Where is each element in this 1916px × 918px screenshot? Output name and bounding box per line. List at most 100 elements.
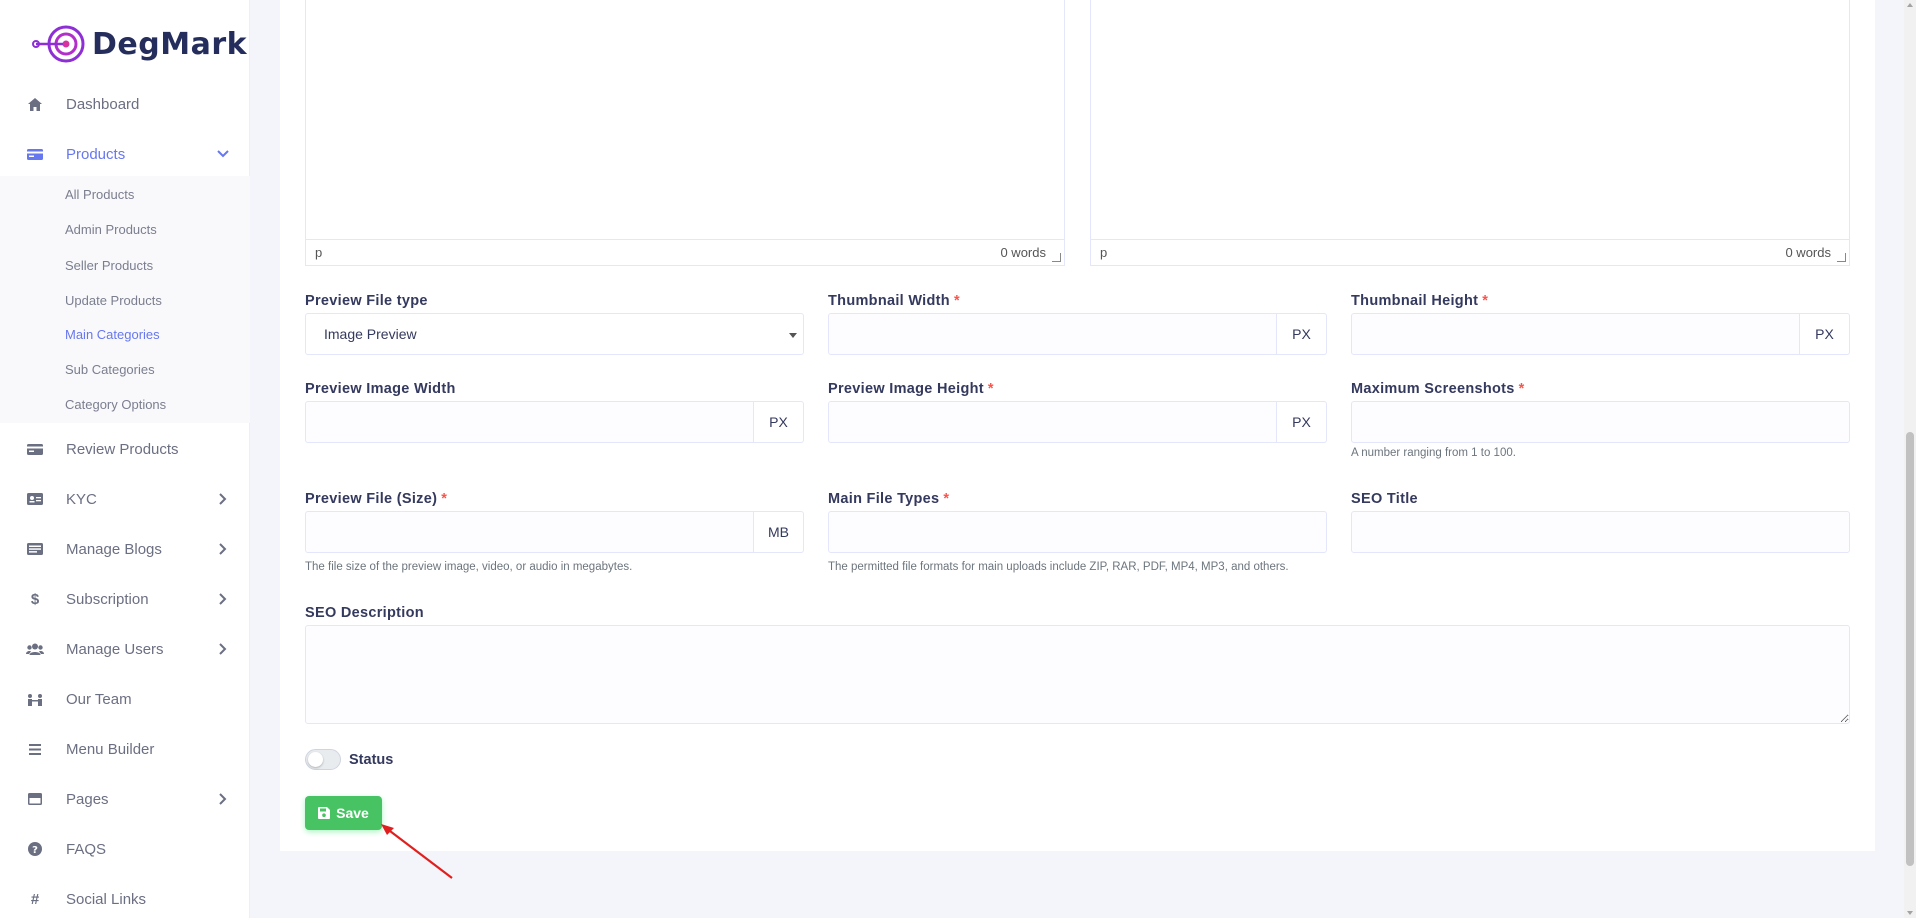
submenu-item-main-categories[interactable]: Main Categories: [65, 327, 160, 342]
editor-element-path[interactable]: p: [315, 245, 322, 260]
thumbnail-height-input[interactable]: [1351, 313, 1800, 355]
brand-logo[interactable]: DegMark: [30, 24, 247, 64]
sidebar-item-social-links[interactable]: # Social Links: [0, 877, 250, 918]
required-marker: *: [441, 491, 448, 507]
sidebar-item-review-products[interactable]: Review Products: [0, 427, 250, 471]
id-card-icon: [25, 493, 45, 505]
sidebar-item-manage-blogs[interactable]: Manage Blogs: [0, 527, 250, 571]
sidebar-item-label: Products: [66, 145, 126, 163]
preview-file-type-label: Preview File type: [305, 293, 428, 309]
preview-image-width-group: PX: [305, 401, 804, 443]
sidebar-item-menu-builder[interactable]: Menu Builder: [0, 727, 250, 771]
card-icon: [25, 443, 45, 455]
page-icon: [25, 793, 45, 805]
required-marker: *: [953, 293, 960, 309]
home-icon: [25, 97, 45, 111]
preview-image-width-input[interactable]: [305, 401, 754, 443]
team-icon: [25, 693, 45, 706]
required-marker: *: [987, 381, 994, 397]
save-button[interactable]: Save: [305, 796, 382, 830]
preview-file-size-input[interactable]: [305, 511, 754, 553]
status-label: Status: [349, 751, 394, 768]
preview-image-height-group: PX: [828, 401, 1327, 443]
submenu-item-all-products[interactable]: All Products: [65, 187, 134, 202]
editor-word-count: 0 words: [1785, 245, 1831, 260]
sidebar-item-manage-users[interactable]: Manage Users: [0, 627, 250, 671]
save-button-label: Save: [336, 805, 369, 821]
question-icon: ?: [25, 842, 45, 856]
chevron-right-icon: [216, 792, 230, 806]
dollar-icon: $: [30, 590, 40, 608]
seo-description-label: SEO Description: [305, 605, 424, 621]
preview-file-size-help: The file size of the preview image, vide…: [305, 561, 633, 573]
sidebar-item-kyc[interactable]: KYC: [0, 477, 250, 521]
sidebar-item-dashboard[interactable]: Dashboard: [0, 82, 250, 126]
maximum-screenshots-input[interactable]: [1351, 401, 1850, 443]
status-toggle[interactable]: [305, 749, 341, 770]
scroll-up-icon[interactable]: [1907, 3, 1913, 7]
page-scrollbar[interactable]: [1904, 0, 1916, 918]
editor-element-path[interactable]: p: [1100, 245, 1107, 260]
sidebar-item-products[interactable]: Products: [0, 132, 250, 176]
thumbnail-height-label: Thumbnail Height *: [1351, 293, 1489, 309]
submenu-item-category-options[interactable]: Category Options: [65, 397, 166, 412]
scroll-thumb[interactable]: [1906, 432, 1914, 866]
resize-handle-icon[interactable]: [1837, 253, 1846, 262]
preview-file-type-select[interactable]: Image Preview: [305, 313, 804, 355]
sidebar-item-pages[interactable]: Pages: [0, 777, 250, 821]
unit-addon: PX: [1800, 313, 1850, 355]
submenu-item-seller-products[interactable]: Seller Products: [65, 258, 153, 273]
thumbnail-width-group: PX: [828, 313, 1327, 355]
logo-icon: [32, 25, 85, 63]
svg-text:?: ?: [32, 845, 38, 856]
rich-text-editor[interactable]: p 0 words: [1090, 0, 1850, 266]
sidebar-item-label: KYC: [66, 490, 97, 508]
seo-title-input[interactable]: [1351, 511, 1850, 553]
hash-icon: #: [30, 890, 40, 908]
editor-status-bar: p 0 words: [306, 239, 1064, 265]
bars-icon: [25, 743, 45, 755]
thumbnail-width-input[interactable]: [828, 313, 1277, 355]
scroll-down-icon[interactable]: [1907, 911, 1913, 915]
submenu-item-admin-products[interactable]: Admin Products: [65, 222, 157, 237]
sidebar-item-label: FAQS: [66, 840, 107, 858]
preview-image-height-label: Preview Image Height *: [828, 381, 994, 397]
annotation-arrow-icon: [381, 824, 453, 879]
sidebar-item-our-team[interactable]: Our Team: [0, 677, 250, 721]
sidebar-item-subscription[interactable]: $ Subscription: [0, 577, 250, 621]
sidebar-item-label: Social Links: [66, 890, 147, 908]
thumbnail-width-label: Thumbnail Width *: [828, 293, 960, 309]
sidebar-item-label: Pages: [66, 790, 109, 808]
maximum-screenshots-help: A number ranging from 1 to 100.: [1351, 447, 1516, 459]
unit-addon: PX: [1277, 313, 1327, 355]
sidebar-item-label: Manage Blogs: [66, 540, 162, 558]
preview-file-size-group: MB: [305, 511, 804, 553]
editor-status-bar: p 0 words: [1091, 239, 1849, 265]
required-marker: *: [1518, 381, 1525, 397]
seo-description-textarea[interactable]: [305, 625, 1850, 724]
required-marker: *: [943, 491, 950, 507]
brand-name: DegMark: [92, 26, 248, 62]
blog-icon: [25, 543, 45, 555]
sidebar-item-faqs[interactable]: ? FAQS: [0, 827, 250, 871]
unit-addon: PX: [754, 401, 804, 443]
preview-image-width-label: Preview Image Width: [305, 381, 456, 397]
resize-handle-icon[interactable]: [1052, 253, 1061, 262]
chevron-right-icon: [216, 492, 230, 506]
status-toggle-row: Status: [305, 749, 393, 770]
submenu-item-sub-categories[interactable]: Sub Categories: [65, 362, 155, 377]
preview-image-height-input[interactable]: [828, 401, 1277, 443]
sidebar: DegMark Dashboard Products All Products …: [0, 0, 250, 918]
chevron-right-icon: [216, 542, 230, 556]
required-marker: *: [1482, 293, 1489, 309]
seo-title-label: SEO Title: [1351, 491, 1418, 507]
sidebar-item-label: Menu Builder: [66, 740, 155, 758]
sidebar-item-label: Review Products: [66, 440, 179, 458]
sidebar-item-label: Our Team: [66, 690, 132, 708]
submenu-item-update-products[interactable]: Update Products: [65, 293, 162, 308]
save-icon: [318, 807, 331, 819]
main-file-types-input[interactable]: [828, 511, 1327, 553]
sidebar-item-label: Dashboard: [66, 95, 140, 113]
rich-text-editor[interactable]: p 0 words: [305, 0, 1065, 266]
sidebar-item-label: Manage Users: [66, 640, 164, 658]
